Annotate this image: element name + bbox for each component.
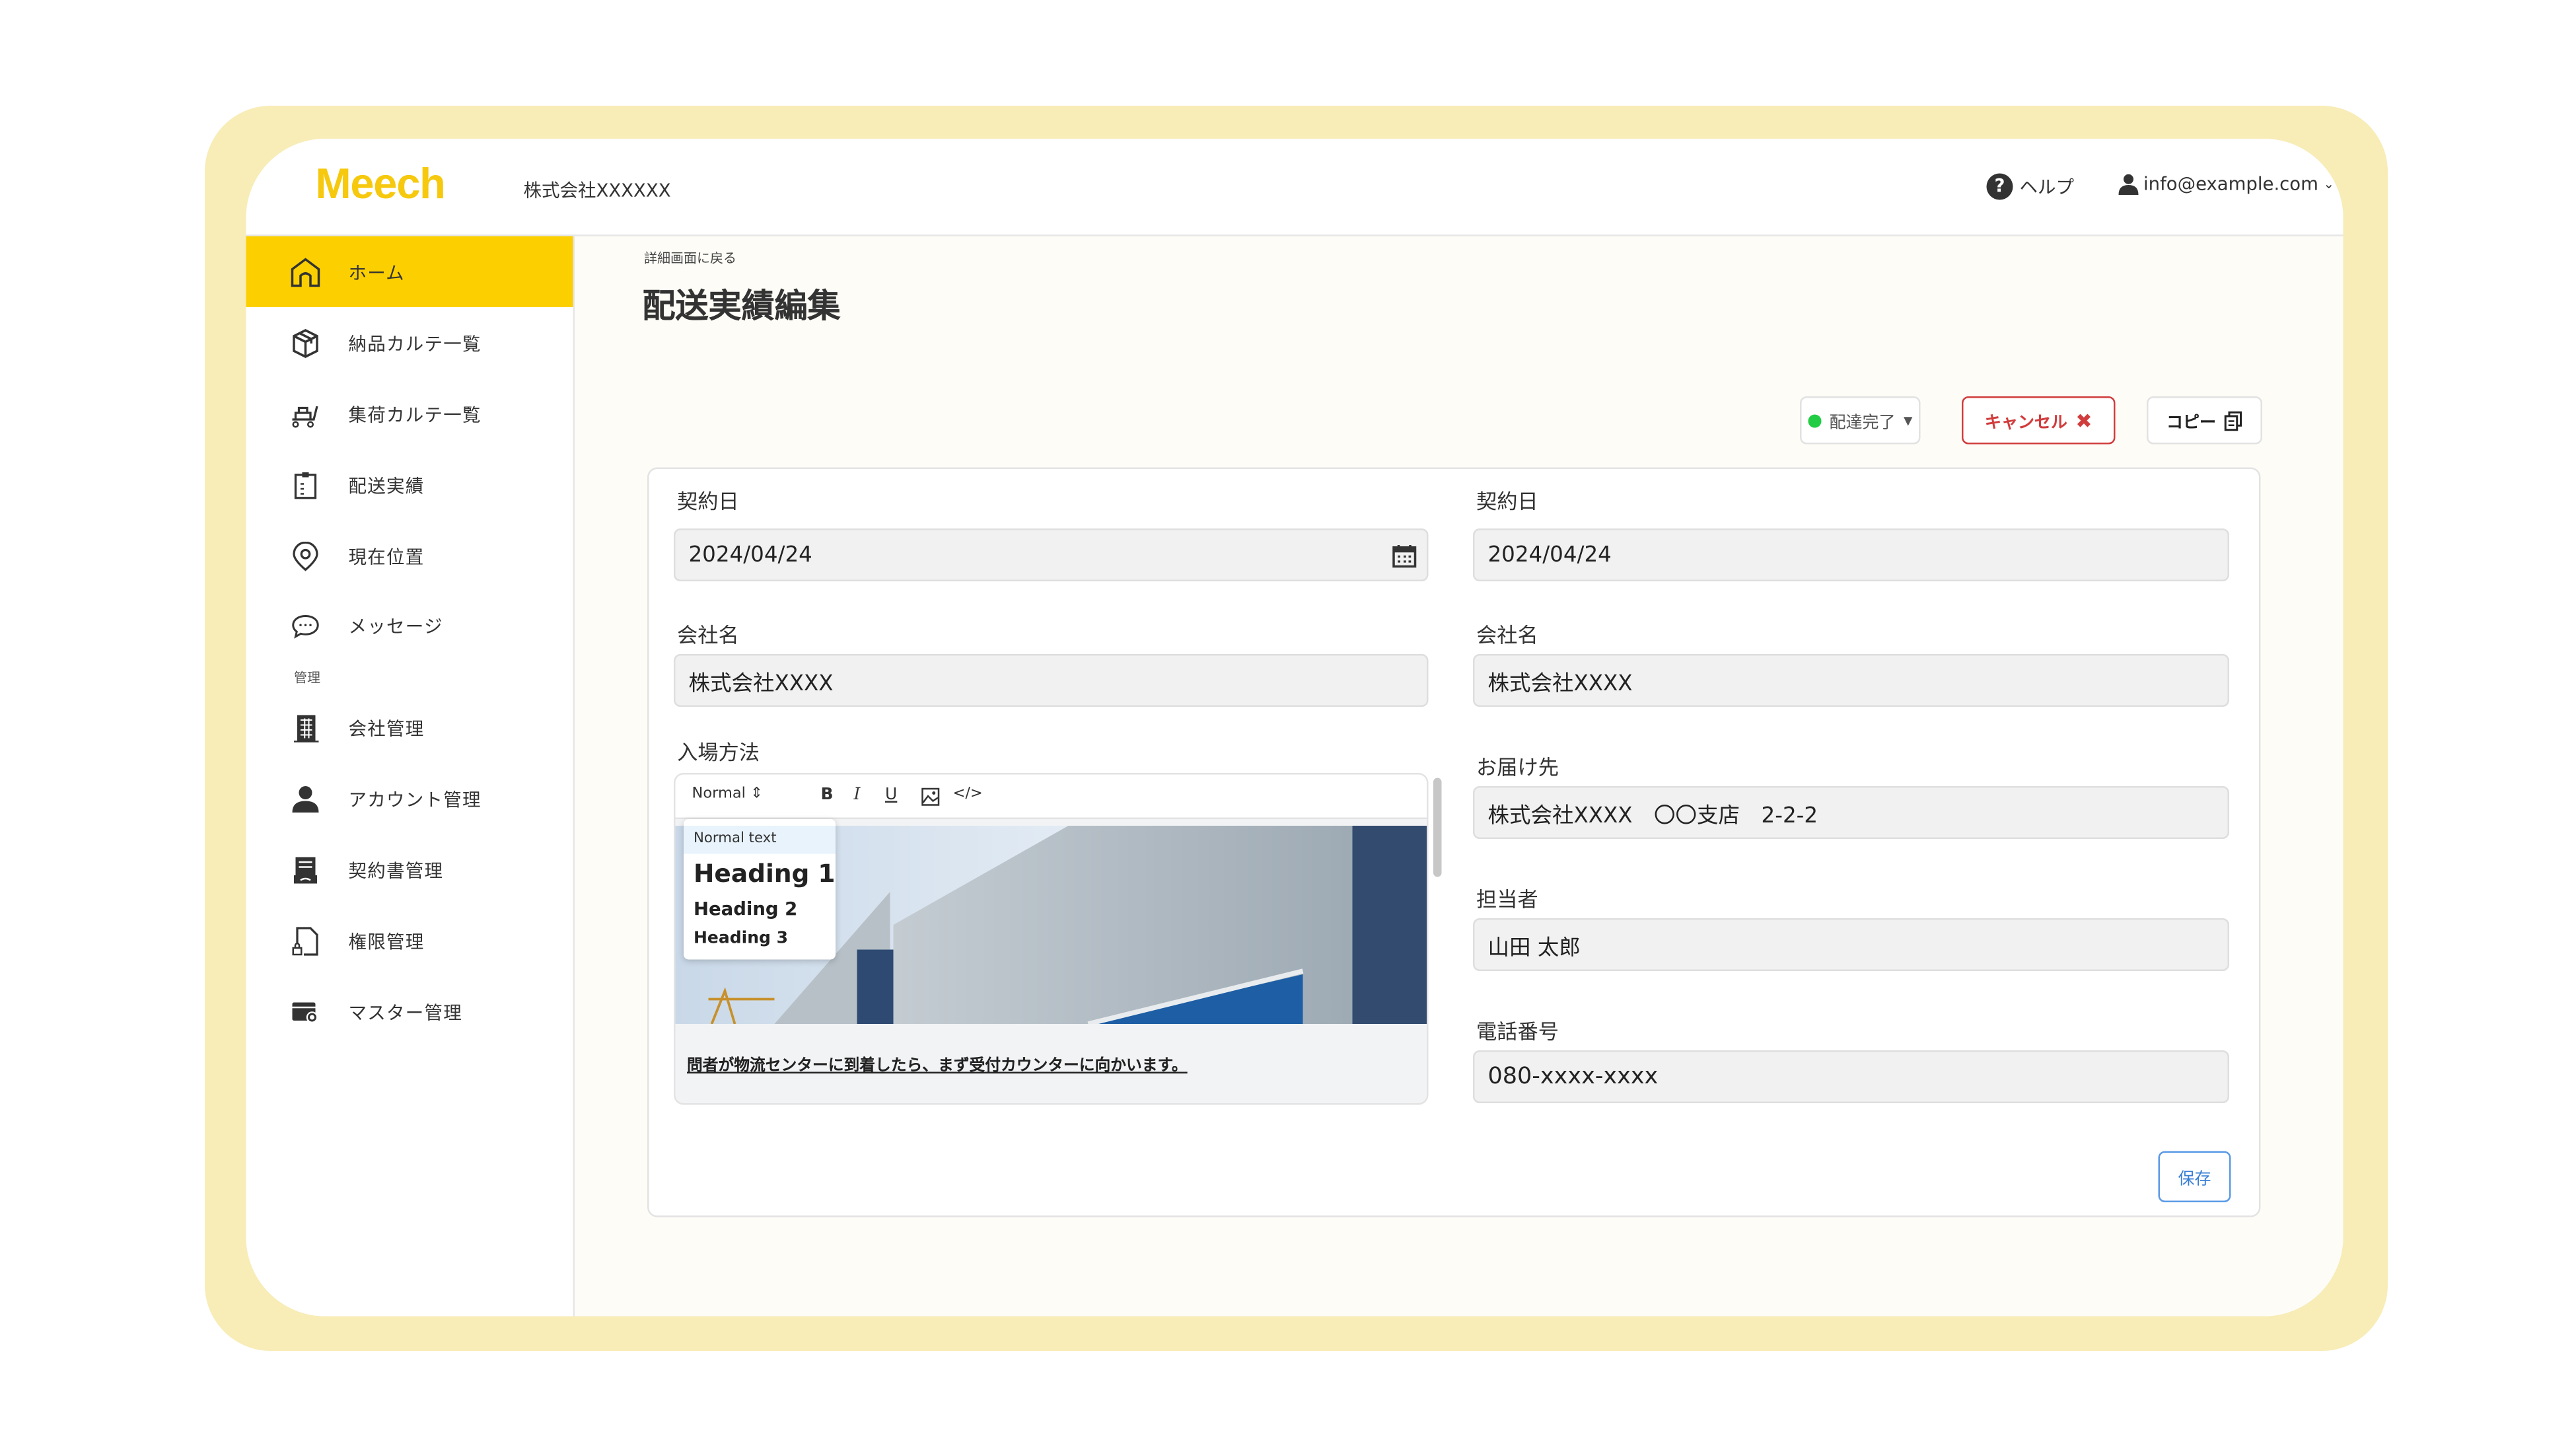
cancel-label: キャンセル bbox=[1984, 414, 2067, 433]
company-input[interactable]: 株式会社XXXX bbox=[674, 654, 1429, 707]
sidebar-item-label: 権限管理 bbox=[348, 930, 425, 953]
logo[interactable]: Meech bbox=[316, 159, 446, 210]
contract-date-label-right: 契約日 bbox=[1476, 489, 1538, 514]
sidebar-item-delivery-results[interactable]: 配送実績 bbox=[246, 449, 573, 521]
package-icon bbox=[289, 326, 322, 359]
file-lock-icon bbox=[289, 924, 322, 957]
user-icon bbox=[2118, 174, 2139, 195]
contract-date-input-right[interactable]: 2024/04/24 bbox=[1473, 528, 2229, 581]
person-label: 担当者 bbox=[1476, 887, 1538, 912]
cancel-button[interactable]: キャンセル ✖ bbox=[1962, 396, 2116, 445]
user-email: info@example.com bbox=[2143, 173, 2318, 196]
sidebar-item-label: 現在位置 bbox=[348, 546, 425, 567]
status-label: 配達完了 bbox=[1829, 414, 1896, 433]
sidebar-item-label: メッセージ bbox=[348, 615, 443, 637]
status-dot-icon bbox=[1807, 414, 1821, 427]
help-label: ヘルプ bbox=[2019, 176, 2075, 199]
option-heading-2[interactable]: Heading 2 bbox=[694, 898, 797, 920]
status-dropdown[interactable]: 配達完了 ▼ bbox=[1800, 396, 1921, 445]
destination-label: お届け先 bbox=[1476, 754, 1559, 780]
editor-toolbar: Normal ⇕ B I U </> bbox=[675, 774, 1427, 819]
location-pin-icon bbox=[289, 539, 322, 572]
sidebar-item-account-admin[interactable]: アカウント管理 bbox=[246, 763, 573, 834]
help-link[interactable]: ? ヘルプ bbox=[1986, 173, 2075, 200]
format-dropdown-menu: Normal text Heading 1 Heading 2 Heading … bbox=[684, 819, 836, 960]
company-input-right[interactable]: 株式会社XXXX bbox=[1473, 654, 2229, 707]
chevron-down-icon: ⌄ bbox=[2323, 176, 2335, 192]
sidebar-item-messages[interactable]: メッセージ bbox=[246, 590, 573, 661]
sidebar-item-label: 契約書管理 bbox=[348, 859, 444, 881]
editor-text: 問者が物流センターに到着したら、まず受付カウンターに向かいます。 bbox=[687, 1057, 1188, 1075]
copy-label: コピー bbox=[2166, 414, 2216, 433]
sidebar-item-home[interactable]: ホーム bbox=[246, 236, 573, 307]
code-icon[interactable]: </> bbox=[953, 786, 983, 803]
sidebar-item-pickup-list[interactable]: 集荷カルテ一覧 bbox=[246, 379, 573, 450]
sidebar-item-label: アカウント管理 bbox=[348, 788, 482, 811]
sidebar-item-label: 納品カルテ一覧 bbox=[348, 332, 482, 355]
option-heading-3[interactable]: Heading 3 bbox=[694, 930, 788, 949]
contract-date-value: 2024/04/24 bbox=[688, 542, 812, 567]
cart-icon bbox=[289, 397, 322, 430]
page-title: 配送実績編集 bbox=[642, 285, 841, 326]
contract-date-label: 契約日 bbox=[677, 489, 739, 514]
option-normal-text[interactable]: Normal text bbox=[684, 826, 836, 854]
edit-form: 契約日 2024/04/24 会社名 株式会社XXXX 入場方法 Normal … bbox=[647, 467, 2261, 1217]
caret-down-icon: ▼ bbox=[1903, 414, 1913, 427]
option-heading-1[interactable]: Heading 1 bbox=[694, 859, 836, 888]
building-icon bbox=[289, 711, 322, 744]
sidebar-item-label: 配送実績 bbox=[348, 474, 425, 497]
main-content: 詳細画面に戻る 配送実績編集 配達完了 ▼ キャンセル ✖ コピー 契約日 2024… bbox=[575, 236, 2343, 1317]
contract-icon bbox=[289, 853, 322, 886]
company-label-right: 会社名 bbox=[1476, 622, 1538, 648]
company-name: 株式会社XXXXXX bbox=[523, 180, 671, 202]
copy-icon bbox=[2224, 410, 2242, 431]
underline-icon[interactable]: U bbox=[885, 786, 897, 805]
sidebar-item-company-admin[interactable]: 会社管理 bbox=[246, 692, 573, 764]
image-icon[interactable] bbox=[921, 787, 940, 807]
breadcrumb-back-link[interactable]: 詳細画面に戻る bbox=[644, 250, 736, 268]
help-icon: ? bbox=[1986, 173, 2013, 200]
sidebar-section-admin: 管理 bbox=[294, 671, 320, 686]
user-icon bbox=[289, 782, 322, 815]
clipboard-icon bbox=[289, 468, 322, 501]
home-icon bbox=[289, 255, 322, 288]
italic-icon[interactable]: I bbox=[854, 786, 861, 805]
close-icon: ✖ bbox=[2075, 408, 2093, 432]
sidebar-item-permission-admin[interactable]: 権限管理 bbox=[246, 905, 573, 976]
save-button[interactable]: 保存 bbox=[2158, 1151, 2231, 1202]
calendar-icon[interactable] bbox=[1392, 542, 1417, 567]
settings-card-icon bbox=[289, 995, 322, 1028]
sidebar-item-delivery-list[interactable]: 納品カルテ一覧 bbox=[246, 307, 573, 379]
sidebar-item-label: 集荷カルテ一覧 bbox=[348, 404, 482, 425]
chat-icon bbox=[289, 608, 322, 641]
editor-scrollbar[interactable] bbox=[1433, 778, 1442, 877]
user-menu[interactable]: info@example.com ⌄ bbox=[2118, 173, 2335, 196]
phone-input[interactable]: 080-xxxx-xxxx bbox=[1473, 1050, 2229, 1103]
app-window: Meech 株式会社XXXXXX ? ヘルプ info@example.com ⌄… bbox=[246, 139, 2343, 1317]
format-select[interactable]: Normal ⇕ bbox=[692, 786, 763, 803]
company-label: 会社名 bbox=[677, 622, 739, 648]
sidebar-item-label: マスター管理 bbox=[348, 1001, 462, 1023]
contract-date-input[interactable]: 2024/04/24 bbox=[674, 528, 1429, 581]
sidebar-item-label: 会社管理 bbox=[348, 717, 425, 739]
sidebar-item-label: ホーム bbox=[348, 262, 405, 283]
sidebar: ホーム 納品カルテ一覧 集荷カルテ一覧 配送実績 現在位置 メッセージ 管理 会… bbox=[246, 236, 575, 1317]
bold-icon[interactable]: B bbox=[821, 786, 834, 805]
top-header: Meech 株式会社XXXXXX ? ヘルプ info@example.com ⌄ bbox=[246, 139, 2343, 236]
sidebar-item-contract-admin[interactable]: 契約書管理 bbox=[246, 834, 573, 906]
destination-input[interactable]: 株式会社XXXX 〇〇支店 2-2-2 bbox=[1473, 786, 2229, 839]
entry-method-label: 入場方法 bbox=[677, 740, 760, 765]
copy-button[interactable]: コピー bbox=[2147, 396, 2262, 445]
person-input[interactable]: 山田 太郎 bbox=[1473, 918, 2229, 971]
sidebar-item-location[interactable]: 現在位置 bbox=[246, 521, 573, 592]
sidebar-item-master-admin[interactable]: マスター管理 bbox=[246, 976, 573, 1048]
phone-label: 電話番号 bbox=[1476, 1019, 1559, 1044]
format-value: Normal bbox=[692, 786, 746, 803]
